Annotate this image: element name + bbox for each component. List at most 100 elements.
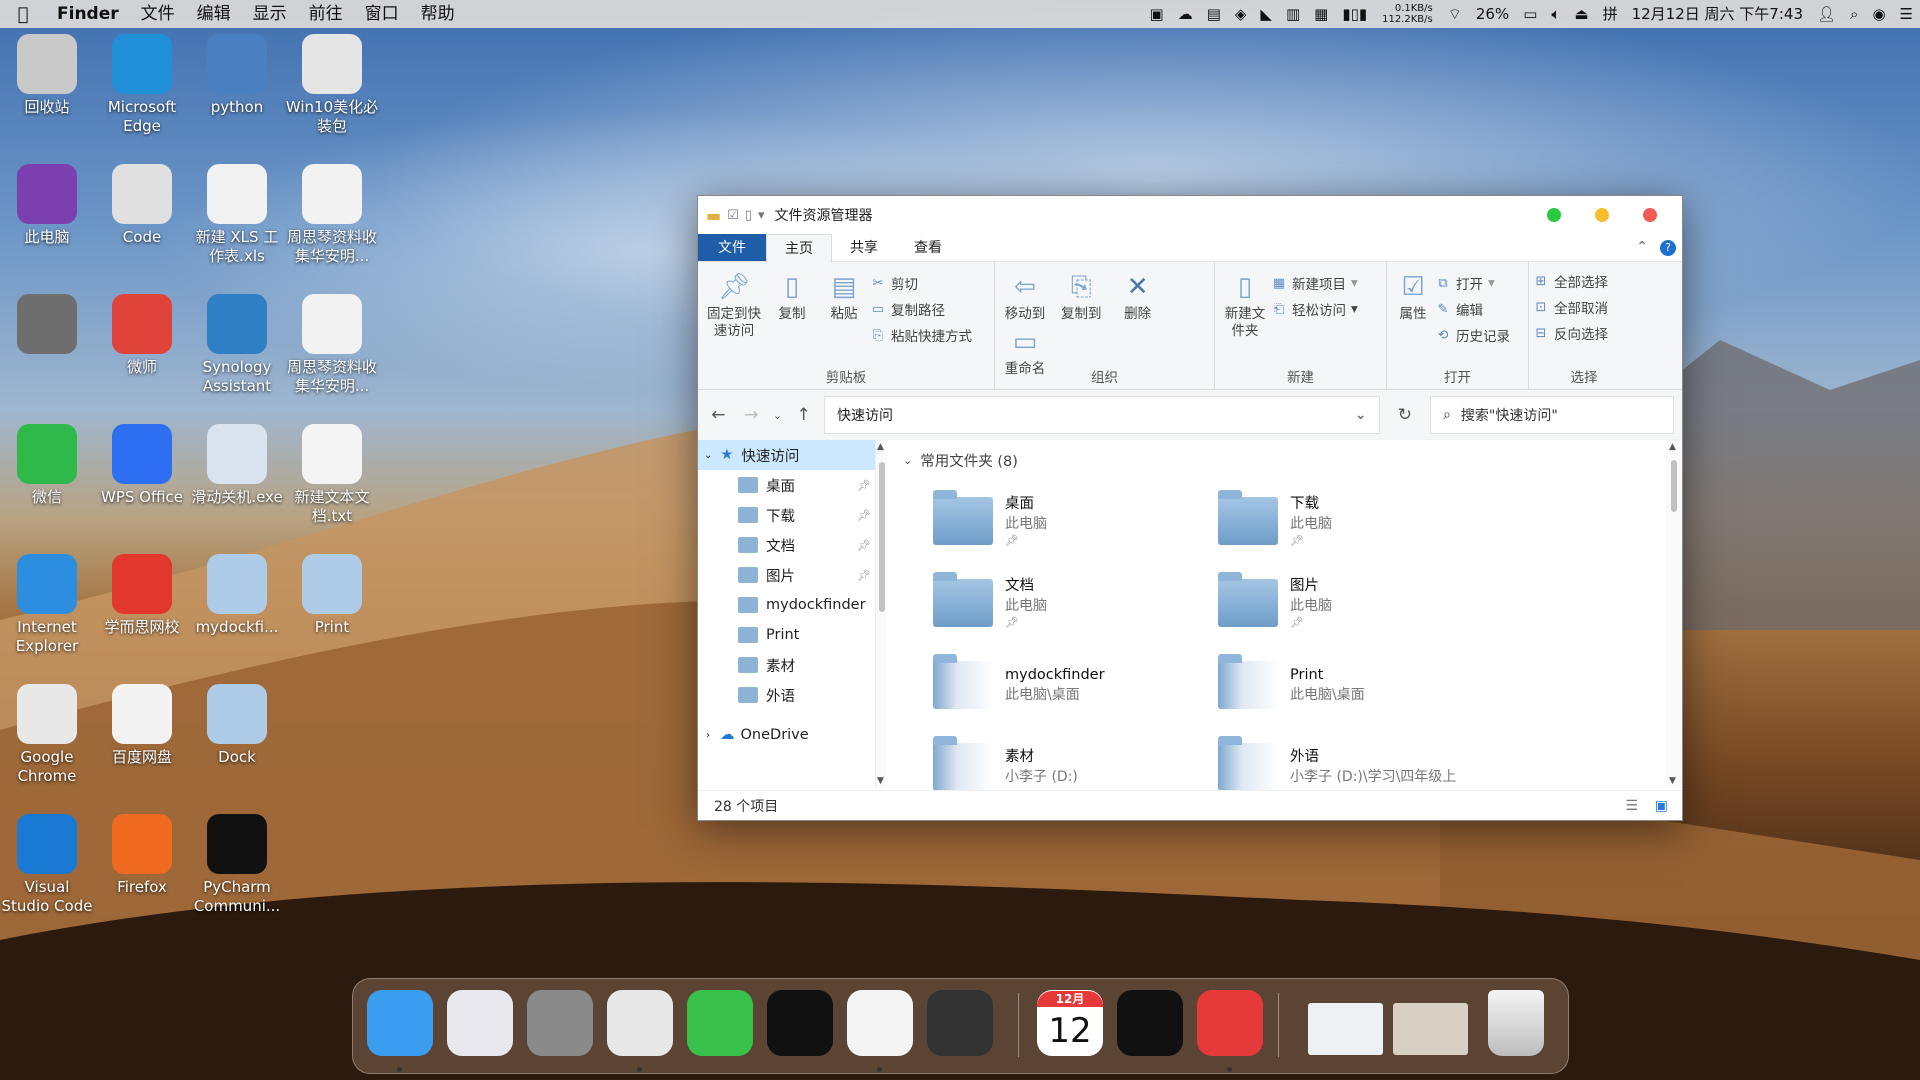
nav-quick-access[interactable]: ⌄ ★ 快速访问 [698, 440, 875, 470]
battery-percent[interactable]: 26% [1469, 0, 1516, 28]
cpu-meter-icon[interactable]: ▮▯▮ [1335, 0, 1374, 28]
copy-button[interactable]: ▯ 复制 [767, 268, 817, 348]
desktop-icon-2[interactable]: python [190, 34, 284, 117]
dock-terminal-icon[interactable] [927, 990, 993, 1056]
move-to-button[interactable]: ⇦ 移动到 [1000, 268, 1050, 323]
wifi-icon[interactable]: ⌔ [1441, 0, 1469, 28]
details-view-icon[interactable]: ☰ [1625, 798, 1638, 814]
new-folder-button[interactable]: ▯ 新建文件夹 [1220, 268, 1270, 340]
customize-qat-icon[interactable]: ▾ [758, 208, 765, 223]
tab-home[interactable]: 主页 [766, 234, 832, 263]
nav-item-2[interactable]: 文档 📌︎ [698, 530, 875, 560]
tray-icon-2[interactable]: ◈ [1228, 0, 1254, 28]
search-box[interactable]: ⌕ 搜索"快速访问" [1430, 396, 1675, 434]
cut-button[interactable]: ✂ 剪切 [870, 270, 972, 296]
edit-button[interactable]: ✎ 编辑 [1435, 296, 1510, 322]
desktop-icon-21[interactable]: 百度网盘 [95, 684, 189, 767]
nav-scrollbar[interactable]: ▲ ▼ [875, 440, 887, 788]
tray-icon-5[interactable]: ▦ [1307, 0, 1335, 28]
paste-shortcut-button[interactable]: ⎘ 粘贴快捷方式 [870, 322, 972, 348]
desktop-icon-6[interactable]: 新建 XLS 工作表.xls [190, 164, 284, 266]
folder-tile[interactable]: 下载 此电脑 📌︎ [1188, 480, 1473, 562]
menu-edit[interactable]: 编辑 [186, 0, 242, 28]
nav-item-6[interactable]: 素材 [698, 650, 875, 680]
desktop-icon-12[interactable]: 微信 [0, 424, 94, 507]
folder-tile[interactable]: Print 此电脑\桌面 [1188, 644, 1473, 726]
up-arrow-icon[interactable]: ↑ [791, 405, 816, 425]
tray-icon-1[interactable]: ▤ [1200, 0, 1228, 28]
dock-chrome-icon[interactable] [607, 990, 673, 1056]
help-icon[interactable]: ? [1660, 240, 1676, 256]
tab-view[interactable]: 查看 [896, 234, 960, 261]
close-button[interactable] [1643, 208, 1657, 222]
back-arrow-icon[interactable]: ← [706, 405, 731, 425]
menu-go[interactable]: 前往 [298, 0, 354, 28]
properties-qat-icon[interactable]: ☑ [727, 208, 739, 223]
folder-tile[interactable]: 图片 此电脑 📌︎ [1188, 562, 1473, 644]
section-header[interactable]: ⌄ 常用文件夹 (8) [903, 440, 1682, 480]
copy-to-button[interactable]: ⎘ 复制到 [1056, 268, 1106, 323]
desktop-icon-24[interactable]: Visual Studio Code [0, 814, 94, 916]
folder-tile[interactable]: mydockfinder 此电脑\桌面 [903, 644, 1188, 726]
folder-tile[interactable]: 桌面 此电脑 📌︎ [903, 480, 1188, 562]
desktop-icon-15[interactable]: 新建文本文档.txt [285, 424, 379, 526]
dock-clock-icon[interactable] [1117, 990, 1183, 1056]
refresh-icon[interactable]: ↻ [1388, 405, 1422, 425]
menu-file[interactable]: 文件 [130, 0, 186, 28]
content-scrollbar[interactable]: ▲ ▼ [1666, 440, 1682, 788]
dock-vivaldi-icon[interactable] [1197, 990, 1263, 1056]
battery-icon[interactable]: ▭ [1516, 0, 1544, 28]
nav-scroll-thumb[interactable] [879, 462, 885, 612]
dock-wechat-icon[interactable] [687, 990, 753, 1056]
desktop-icon-18[interactable]: mydockfi... [190, 554, 284, 637]
content-scroll-down-icon[interactable]: ▼ [1669, 776, 1676, 786]
delete-button[interactable]: ✕ 删除 [1113, 268, 1163, 323]
nav-onedrive[interactable]: › ☁ OneDrive [698, 720, 875, 750]
recent-locations-chevron-icon[interactable]: ⌄ [772, 409, 783, 422]
eject-icon[interactable]: ⏏ [1567, 0, 1595, 28]
forward-arrow-icon[interactable]: → [739, 405, 764, 425]
address-dropdown-chevron-icon[interactable]: ⌄ [1355, 407, 1367, 423]
menu-view[interactable]: 显示 [242, 0, 298, 28]
history-button[interactable]: ⟲ 历史记录 [1435, 322, 1510, 348]
dock-trash-icon[interactable] [1488, 990, 1544, 1056]
dock-window-thumbnail-vivaldi[interactable] [1393, 1003, 1468, 1055]
dock-finder-icon[interactable] [367, 990, 433, 1056]
maximize-button[interactable] [1547, 208, 1561, 222]
large-icons-view-icon[interactable]: ▣ [1655, 798, 1668, 814]
nav-item-5[interactable]: Print [698, 620, 875, 650]
dock-pycharm-icon[interactable] [767, 990, 833, 1056]
spotlight-search-icon[interactable]: ⌕ [1843, 0, 1865, 28]
invert-selection-button[interactable]: ⊟ 反向选择 [1533, 320, 1635, 346]
nav-item-3[interactable]: 图片 📌︎ [698, 560, 875, 590]
clock-datetime[interactable]: 12月12日 周六 下午7:43 [1625, 0, 1810, 28]
scroll-up-arrow-icon[interactable]: ▲ [877, 442, 884, 452]
select-none-button[interactable]: ⊡ 全部取消 [1533, 294, 1635, 320]
properties-button[interactable]: ☑ 属性 [1392, 268, 1434, 348]
scroll-down-arrow-icon[interactable]: ▼ [877, 776, 884, 786]
desktop-icon-9[interactable]: 微师 [95, 294, 189, 377]
menu-window[interactable]: 窗口 [354, 0, 410, 28]
desktop-icon-25[interactable]: Firefox [95, 814, 189, 897]
desktop-icon-1[interactable]: Microsoft Edge [95, 34, 189, 136]
desktop-icon-14[interactable]: 滑动关机.exe [190, 424, 284, 507]
title-bar[interactable]: ▬ ☑ ▯ ▾ 文件资源管理器 [698, 196, 1682, 234]
select-all-button[interactable]: ⊞ 全部选择 [1533, 268, 1635, 294]
desktop-icon-10[interactable]: Synology Assistant [190, 294, 284, 396]
input-method[interactable]: 拼 [1596, 0, 1625, 28]
copy-path-button[interactable]: ▭ 复制路径 [870, 296, 972, 322]
desktop-icon-19[interactable]: Print [285, 554, 379, 637]
tray-icon-4[interactable]: ▥ [1279, 0, 1307, 28]
new-folder-qat-icon[interactable]: ▯ [745, 208, 752, 223]
dock-window-thumbnail-chrome[interactable] [1308, 1003, 1383, 1055]
user-icon[interactable]: 👤︎ [1810, 0, 1843, 28]
siri-icon[interactable]: ◉ [1865, 0, 1892, 28]
desktop-icon-16[interactable]: Internet Explorer [0, 554, 94, 656]
desktop-icon-4[interactable]: 此电脑 [0, 164, 94, 247]
nav-item-7[interactable]: 外语 [698, 680, 875, 710]
desktop-icon-20[interactable]: Google Chrome [0, 684, 94, 786]
desktop-icon-3[interactable]: Win10美化必装包 [285, 34, 379, 136]
nav-item-1[interactable]: 下载 📌︎ [698, 500, 875, 530]
app-menu-finder[interactable]: Finder [46, 0, 130, 28]
dock-calendar-icon[interactable]: 12月 12 [1037, 990, 1103, 1056]
